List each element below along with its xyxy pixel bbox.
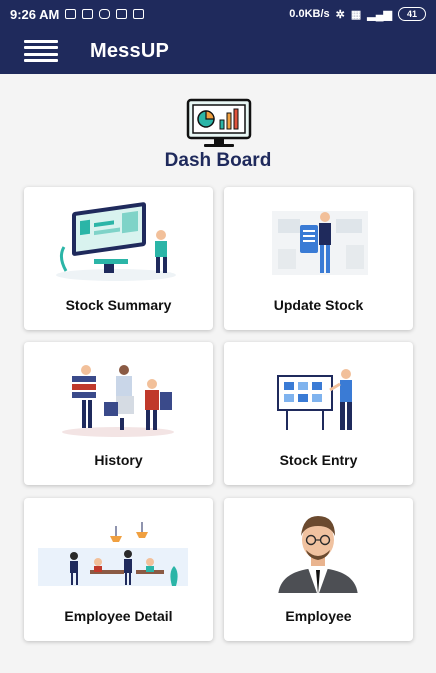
notification-icon <box>65 9 77 19</box>
signal-icon: ▂▄▆ <box>367 8 392 21</box>
dashboard-title: Dash Board <box>164 150 272 171</box>
gallery-icon <box>133 9 145 19</box>
status-bar: 9:26 AM 0.0KB/s ✲ ▦ ▂▄▆ 41 <box>0 0 436 28</box>
update-stock-label: Update Stock <box>273 297 364 313</box>
update-stock-illustration <box>272 211 368 275</box>
dashboard-monitor-icon <box>186 98 252 147</box>
employee-detail-label: Employee Detail <box>64 608 173 624</box>
history-label: History <box>94 452 143 468</box>
employee-label: Employee <box>285 608 352 624</box>
app-title: MessUP <box>90 39 170 62</box>
hamburger-menu-icon[interactable] <box>24 40 58 62</box>
battery-icon: 41 <box>398 7 426 21</box>
history-illustration <box>62 365 174 437</box>
employee-card[interactable]: Employee <box>224 498 413 641</box>
volte-icon: ▦ <box>350 8 362 21</box>
stock-entry-illustration <box>277 369 352 430</box>
app-bar: MessUP <box>0 28 436 74</box>
hotspot-icon: ✲ <box>335 8 345 21</box>
network-speed: 0.0KB/s <box>289 8 330 20</box>
mail-notification-icon <box>82 9 94 19</box>
stock-entry-card[interactable]: Stock Entry <box>224 342 413 485</box>
employee-avatar-illustration <box>278 516 358 593</box>
update-stock-card[interactable]: Update Stock <box>224 187 413 330</box>
battery-level: 41 <box>406 9 417 19</box>
employee-detail-card[interactable]: Employee Detail <box>24 498 213 641</box>
history-card[interactable]: History <box>24 342 213 485</box>
status-time: 9:26 AM <box>10 6 60 22</box>
employee-detail-illustration <box>38 522 188 586</box>
stock-summary-card[interactable]: Stock Summary <box>24 187 213 330</box>
stock-entry-label: Stock Entry <box>279 452 358 468</box>
instagram-icon <box>99 9 111 19</box>
stock-summary-label: Stock Summary <box>65 297 172 313</box>
message-icon <box>116 9 128 19</box>
stock-summary-illustration <box>56 202 176 281</box>
